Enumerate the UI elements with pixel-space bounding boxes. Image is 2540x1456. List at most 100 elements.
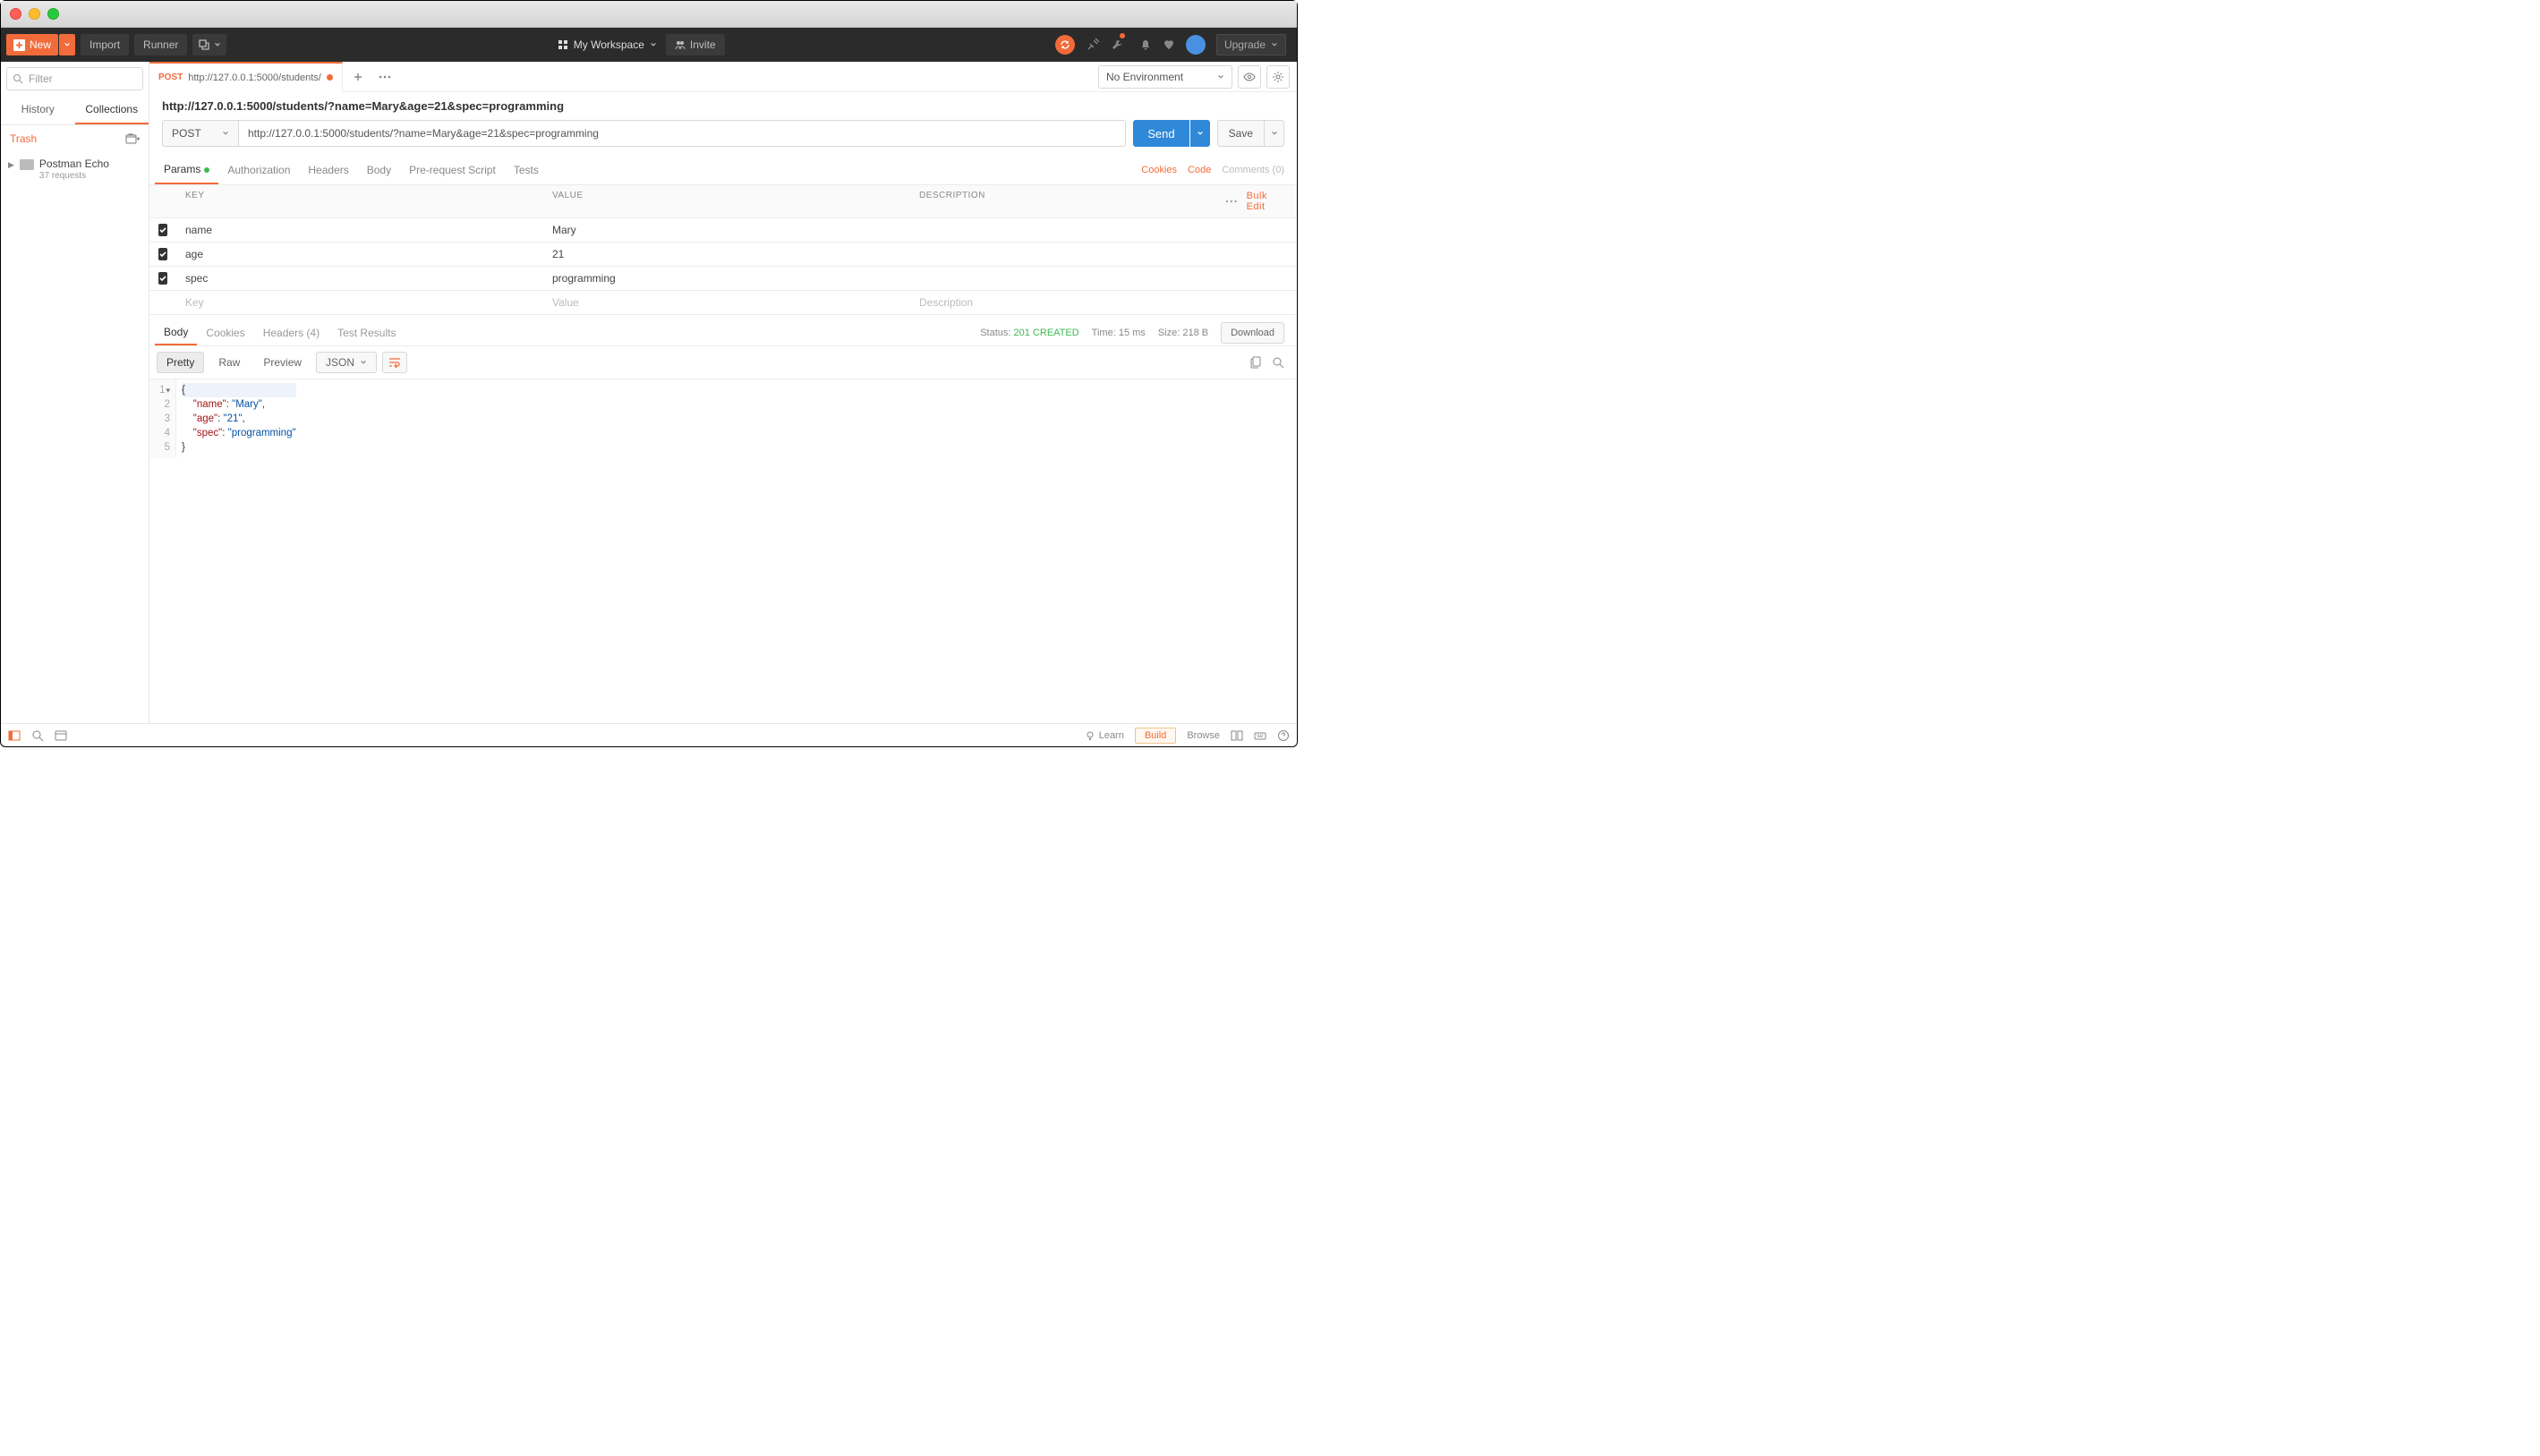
subtab-headers[interactable]: Headers <box>299 157 357 183</box>
cookies-link[interactable]: Cookies <box>1141 165 1177 175</box>
checkbox-checked-icon[interactable] <box>158 272 167 285</box>
collection-item[interactable]: ▶ Postman Echo 37 requests <box>8 158 141 181</box>
workspace-switcher[interactable]: My Workspace <box>558 38 657 51</box>
method-select[interactable]: POST <box>162 120 239 147</box>
browse-link[interactable]: Browse <box>1187 730 1220 741</box>
upgrade-button[interactable]: Upgrade <box>1216 34 1286 55</box>
subtab-tests[interactable]: Tests <box>505 157 548 183</box>
search-response-icon[interactable] <box>1272 356 1284 369</box>
save-dropdown[interactable] <box>1265 120 1284 147</box>
environment-preview-button[interactable] <box>1238 65 1261 89</box>
param-key[interactable]: age <box>176 243 543 266</box>
checkbox-checked-icon[interactable] <box>158 248 167 260</box>
param-key[interactable]: name <box>176 218 543 242</box>
sidebar-toggle-icon[interactable] <box>8 729 21 742</box>
tab-options-button[interactable] <box>373 65 396 89</box>
request-name[interactable]: http://127.0.0.1:5000/students/?name=Mar… <box>149 92 1297 120</box>
params-row[interactable]: age21 <box>149 243 1297 267</box>
window-minimize-icon[interactable] <box>29 8 40 20</box>
environment-settings-button[interactable] <box>1266 65 1290 89</box>
comments-link[interactable]: Comments (0) <box>1222 165 1284 175</box>
send-button[interactable]: Send <box>1133 120 1189 147</box>
resp-tab-body[interactable]: Body <box>155 320 197 345</box>
console-icon[interactable] <box>55 729 67 742</box>
save-button[interactable]: Save <box>1217 120 1265 147</box>
resp-tab-cookies[interactable]: Cookies <box>197 321 253 345</box>
params-row[interactable]: specprogramming <box>149 267 1297 291</box>
new-button[interactable]: New <box>6 34 58 55</box>
new-dropdown[interactable] <box>59 34 75 55</box>
runner-button[interactable]: Runner <box>134 34 187 55</box>
filter-placeholder: Filter <box>29 72 53 85</box>
param-key[interactable]: spec <box>176 267 543 290</box>
url-input[interactable]: http://127.0.0.1:5000/students/?name=Mar… <box>239 120 1126 147</box>
param-key-placeholder: Key <box>176 291 543 314</box>
invite-button[interactable]: Invite <box>666 34 725 55</box>
wrap-lines-button[interactable] <box>382 352 407 373</box>
resp-tab-tests[interactable]: Test Results <box>328 321 405 345</box>
view-raw-button[interactable]: Raw <box>209 352 249 373</box>
import-button[interactable]: Import <box>81 34 129 55</box>
param-desc-placeholder: Description <box>910 291 1297 314</box>
new-collection-icon[interactable] <box>125 132 140 145</box>
view-pretty-button[interactable]: Pretty <box>157 352 204 373</box>
collection-name: Postman Echo <box>39 158 109 170</box>
wrap-icon <box>388 357 401 368</box>
window-zoom-icon[interactable] <box>47 8 59 20</box>
view-preview-button[interactable]: Preview <box>254 352 311 373</box>
param-value[interactable]: programming <box>543 267 910 290</box>
build-button[interactable]: Build <box>1135 728 1176 744</box>
params-row[interactable]: nameMary <box>149 218 1297 243</box>
sync-icon <box>1060 39 1070 50</box>
subtab-authorization[interactable]: Authorization <box>218 157 299 183</box>
wrench-icon[interactable] <box>1111 38 1123 51</box>
bell-icon[interactable] <box>1139 38 1152 51</box>
sync-button[interactable] <box>1055 35 1075 55</box>
response-tabs: Body Cookies Headers (4) Test Results St… <box>149 315 1297 346</box>
sidebar-tab-history[interactable]: History <box>1 96 75 124</box>
two-pane-icon[interactable] <box>1231 729 1243 742</box>
environment-select[interactable]: No Environment <box>1098 65 1232 89</box>
response-body[interactable]: 1▾ 2 3 4 5 { "name": "Mary", "age": "21"… <box>149 379 1297 458</box>
sidebar-trash-link[interactable]: Trash <box>10 132 37 145</box>
find-icon[interactable] <box>31 729 44 742</box>
format-select[interactable]: JSON <box>316 352 377 373</box>
learn-link[interactable]: Learn <box>1085 730 1124 741</box>
upgrade-label: Upgrade <box>1224 38 1266 51</box>
bulk-edit-link[interactable]: Bulk Edit <box>1247 191 1288 212</box>
param-value-placeholder: Value <box>543 291 910 314</box>
request-subtabs: Params Authorization Headers Body Pre-re… <box>149 156 1297 185</box>
params-options-icon[interactable] <box>1225 200 1238 203</box>
open-new-button[interactable] <box>192 34 226 55</box>
param-desc[interactable] <box>910 267 1297 290</box>
top-toolbar: New Import Runner My Workspace Invite Up… <box>1 28 1297 62</box>
resp-tab-headers[interactable]: Headers (4) <box>254 321 328 345</box>
send-dropdown[interactable] <box>1190 120 1210 147</box>
window-close-icon[interactable] <box>10 8 21 20</box>
download-button[interactable]: Download <box>1221 322 1284 344</box>
copy-icon[interactable] <box>1250 356 1263 369</box>
subtab-params[interactable]: Params <box>155 156 218 184</box>
param-value[interactable]: Mary <box>543 218 910 242</box>
sidebar-tab-collections[interactable]: Collections <box>75 96 149 124</box>
params-active-dot <box>204 167 209 173</box>
help-icon[interactable] <box>1277 729 1290 742</box>
param-value[interactable]: 21 <box>543 243 910 266</box>
keyboard-icon[interactable] <box>1254 729 1266 742</box>
subtab-body[interactable]: Body <box>358 157 400 183</box>
request-tab[interactable]: POST http://127.0.0.1:5000/students/ <box>149 62 343 92</box>
plus-icon <box>13 39 25 51</box>
subtab-prerequest[interactable]: Pre-request Script <box>400 157 505 183</box>
checkbox-checked-icon[interactable] <box>158 224 167 236</box>
new-tab-button[interactable] <box>346 65 370 89</box>
param-desc[interactable] <box>910 243 1297 266</box>
request-tab-method: POST <box>158 72 183 82</box>
satellite-icon[interactable] <box>1086 38 1100 52</box>
code-link[interactable]: Code <box>1188 165 1211 175</box>
params-empty-row[interactable]: Key Value Description <box>149 291 1297 315</box>
param-desc[interactable] <box>910 218 1297 242</box>
window-titlebar <box>1 1 1297 28</box>
sidebar-filter-input[interactable]: Filter <box>6 67 143 90</box>
heart-icon[interactable] <box>1163 38 1175 51</box>
user-avatar[interactable] <box>1186 35 1206 55</box>
